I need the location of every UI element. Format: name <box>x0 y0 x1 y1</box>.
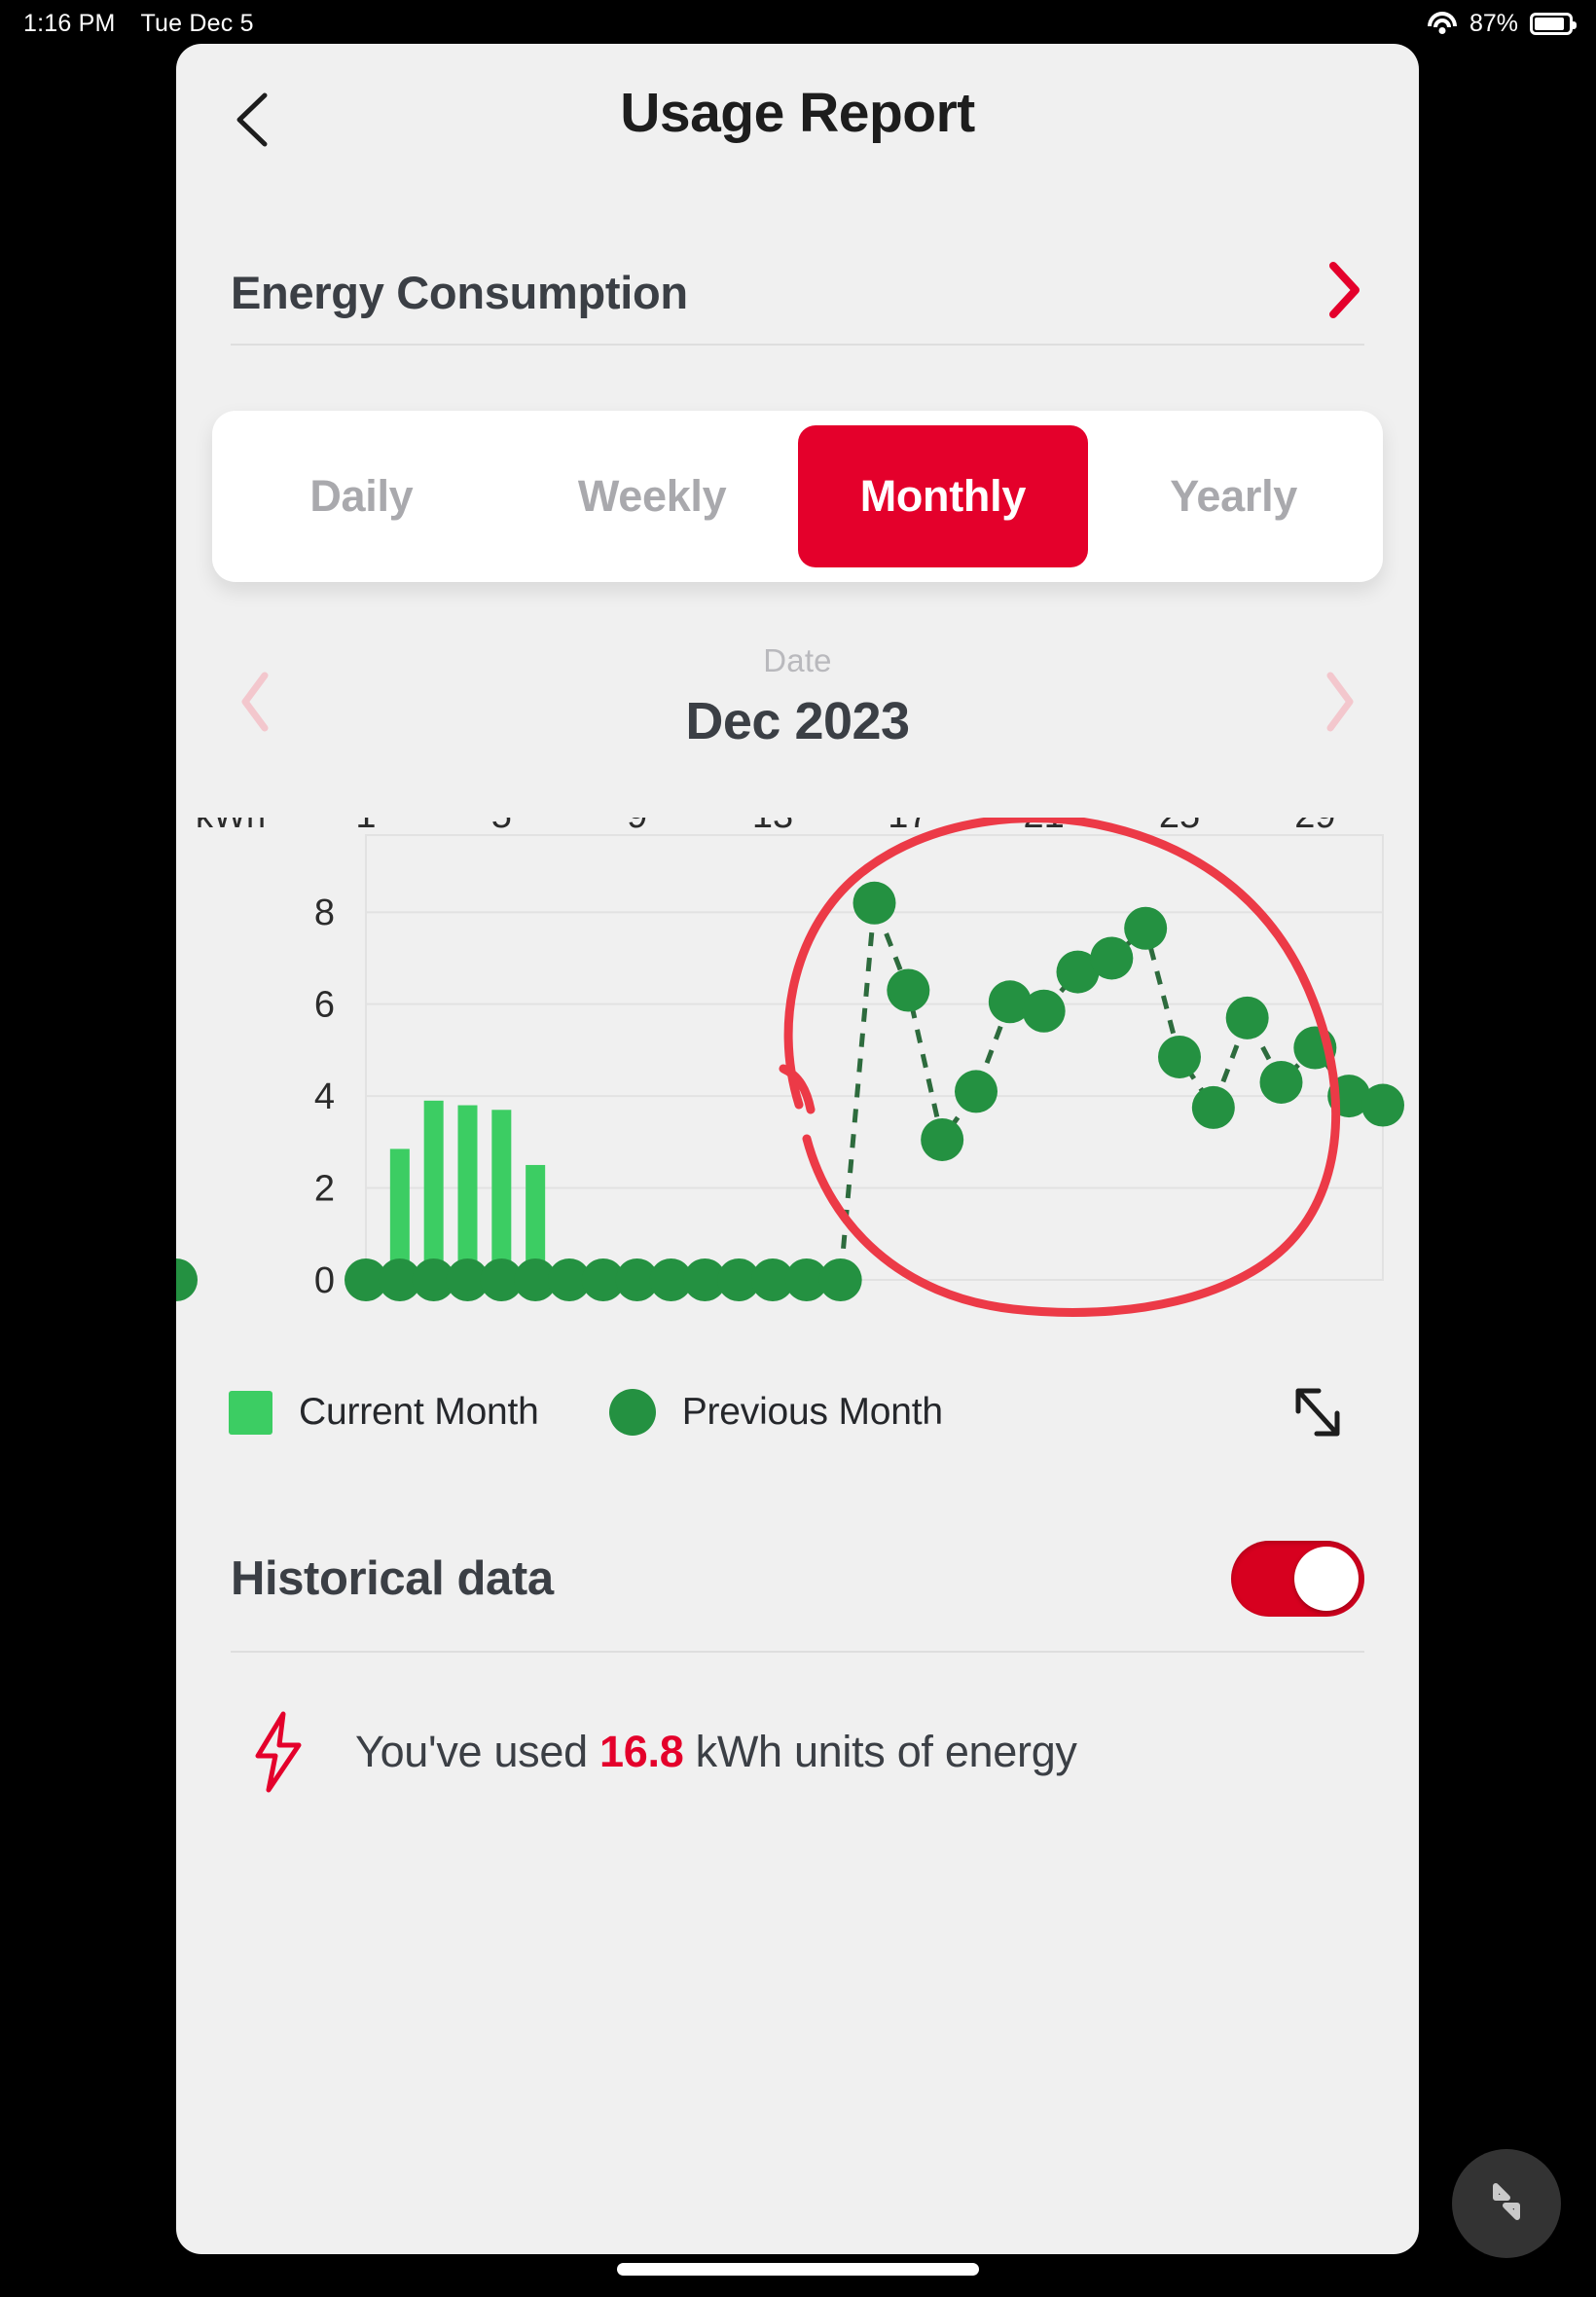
svg-text:kWh: kWh <box>196 818 266 835</box>
status-bar: 1:16 PM Tue Dec 5 87% <box>0 0 1596 47</box>
date-display: Date Dec 2023 <box>176 642 1419 751</box>
date-prev-button[interactable] <box>235 670 275 734</box>
svg-text:6: 6 <box>314 985 335 1026</box>
historical-data-row[interactable]: Historical data <box>231 1507 1364 1653</box>
svg-text:0: 0 <box>314 1260 335 1301</box>
svg-text:29: 29 <box>1294 818 1335 836</box>
historical-data-toggle[interactable] <box>1231 1541 1364 1617</box>
legend-item-current-month: Current Month <box>229 1390 539 1435</box>
tab-yearly[interactable]: Yearly <box>1088 425 1379 567</box>
lightning-bolt-icon <box>250 1711 307 1793</box>
usage-chart[interactable]: 02468kWh1591317212529 <box>176 818 1419 1333</box>
nav-header: Usage Report <box>176 44 1419 190</box>
chevron-right-icon[interactable] <box>1325 260 1364 325</box>
legend-label-previous-month: Previous Month <box>681 1391 943 1433</box>
svg-text:2: 2 <box>314 1169 335 1210</box>
svg-text:1: 1 <box>355 818 376 836</box>
energy-consumption-row[interactable]: Energy Consumption <box>231 240 1364 346</box>
svg-text:9: 9 <box>627 818 647 836</box>
svg-text:5: 5 <box>491 818 512 836</box>
battery-percent-label: 87% <box>1469 9 1518 37</box>
usage-value: 16.8 <box>599 1727 684 1776</box>
expand-diagonal-icon[interactable] <box>1288 1383 1347 1441</box>
legend-label-current-month: Current Month <box>299 1391 539 1433</box>
home-indicator <box>617 2263 979 2276</box>
legend-item-previous-month: Previous Month <box>608 1389 943 1436</box>
svg-text:13: 13 <box>752 818 793 836</box>
date-navigator: Date Dec 2023 <box>176 642 1419 788</box>
chart-legend: Current Month Previous Month <box>176 1368 1419 1456</box>
collapse-fab-button[interactable] <box>1452 2149 1561 2258</box>
battery-icon <box>1530 12 1577 35</box>
date-label: Date <box>763 642 832 678</box>
tab-monthly[interactable]: Monthly <box>797 425 1089 567</box>
legend-swatch-current-month <box>229 1390 272 1435</box>
toggle-knob <box>1294 1547 1359 1611</box>
usage-summary: You've used 16.8 kWh units of energy <box>176 1711 1419 1793</box>
status-date: Tue Dec 5 <box>140 9 254 37</box>
collapse-arrows-icon <box>1476 2171 1537 2237</box>
page-title: Usage Report <box>620 82 975 144</box>
wifi-icon <box>1427 12 1458 35</box>
energy-consumption-label: Energy Consumption <box>231 266 688 318</box>
date-next-button[interactable] <box>1320 670 1360 734</box>
tab-weekly[interactable]: Weekly <box>507 425 798 567</box>
svg-text:25: 25 <box>1159 818 1200 836</box>
status-indicators: 87% <box>1427 9 1577 38</box>
usage-suffix: kWh units of energy <box>683 1727 1077 1776</box>
legend-swatch-previous-month <box>608 1389 656 1436</box>
svg-text:4: 4 <box>314 1076 335 1117</box>
period-tab-bar[interactable]: Daily Weekly Monthly Yearly <box>212 411 1383 582</box>
svg-text:8: 8 <box>314 893 335 933</box>
historical-data-label: Historical data <box>231 1552 554 1605</box>
status-time: 1:16 PM <box>23 9 116 37</box>
usage-summary-text: You've used 16.8 kWh units of energy <box>355 1727 1077 1777</box>
date-value: Dec 2023 <box>685 692 910 750</box>
tab-daily[interactable]: Daily <box>216 425 507 567</box>
usage-prefix: You've used <box>355 1727 600 1776</box>
chart-svg: 02468kWh1591317212529 <box>176 818 1404 1317</box>
app-card: Usage Report Energy Consumption Daily We… <box>176 44 1419 2254</box>
